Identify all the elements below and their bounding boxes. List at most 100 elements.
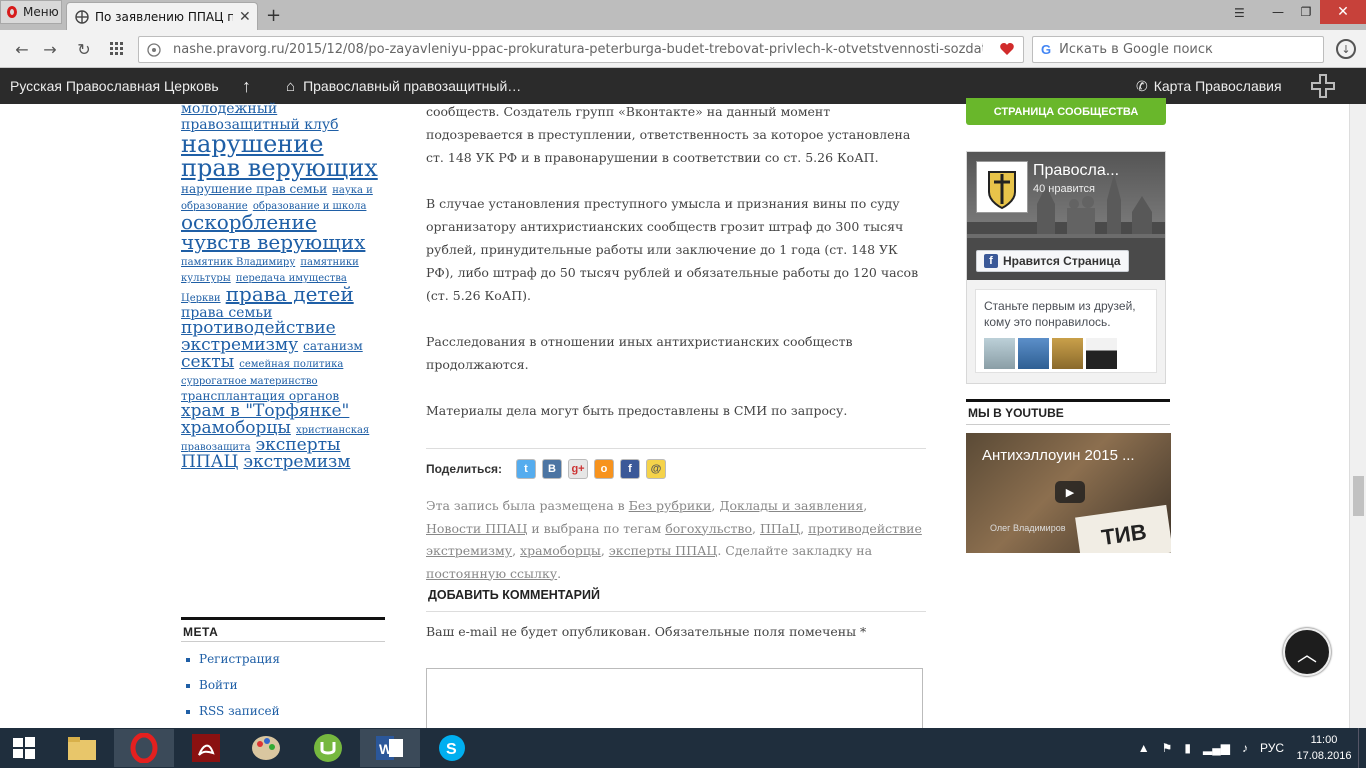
show-desktop-button[interactable] [1358,728,1366,768]
flag-icon[interactable]: ⚑ [1162,741,1173,755]
gplus-icon[interactable]: g+ [568,458,589,479]
add-comment-title: ДОБАВИТЬ КОММЕНТАРИЙ [426,588,926,612]
search-input[interactable]: G Искать в Google поиск [1032,36,1324,63]
tab-close-icon[interactable]: ✕ [239,9,251,25]
bookmark-heart-icon[interactable] [999,41,1015,57]
twitter-icon[interactable]: t [516,458,537,479]
tag-link[interactable]: памятник Владимиру [181,257,295,268]
system-tray: ▲ ⚑ ▮ ▂▄▆ ♪ РУС 11:00 17.08.2016 [1132,728,1366,768]
url-text: nashe.pravorg.ru/2015/12/08/po-zayavleni… [173,42,983,57]
category-link[interactable]: Доклады и заявления [719,498,863,513]
meta-link-login[interactable]: Войти [181,678,385,704]
skype-icon[interactable]: S [422,729,482,767]
close-window-icon[interactable]: ✕ [1320,0,1366,24]
tag-link[interactable]: экстремизм [243,452,350,472]
odnoklassniki-icon[interactable]: o [594,458,615,479]
avatar[interactable] [1086,338,1117,369]
word-icon[interactable]: W [360,729,420,767]
tag-link[interactable]: храмоборцы [520,543,601,558]
speed-dial-grid-icon[interactable] [107,39,127,59]
clock-time: 11:00 [1310,734,1338,746]
browser-tab-strip: Меню По заявлению ППАЦ про ✕ + ☰ — ❐ ✕ [0,0,1366,30]
tag-link[interactable]: нарушение прав семьи [181,182,327,196]
fb-friends-box: Станьте первым из друзей, кому это понра… [975,289,1157,373]
nav-link-home[interactable]: ⌂ Православный правозащитный… [286,68,521,104]
avatar[interactable] [984,338,1015,369]
clock[interactable]: 11:00 17.08.2016 [1290,732,1358,764]
tag-link[interactable]: оскорбление чувств верующих [181,210,365,254]
email-icon[interactable]: @ [646,458,667,479]
cross-menu-icon[interactable] [1310,68,1336,104]
tag-link[interactable]: сатанизм [303,339,363,353]
meta-link-register[interactable]: Регистрация [181,652,385,678]
network-signal-icon[interactable]: ▂▄▆ [1203,741,1230,755]
avatar[interactable] [1052,338,1083,369]
tag-link[interactable]: эксперты ППАЦ [609,543,718,558]
vk-icon[interactable]: B [542,458,563,479]
tag-link[interactable]: суррогатное материнство [181,376,318,387]
facebook-icon: f [984,254,998,268]
acrobat-reader-icon[interactable] [176,729,236,767]
forward-icon[interactable]: → [40,39,60,59]
reload-icon[interactable]: ↻ [74,39,94,59]
svg-text:W: W [379,741,393,757]
facebook-icon[interactable]: f [620,458,641,479]
globe-icon [147,42,161,57]
tag-link[interactable]: богохульство [665,521,752,536]
play-icon[interactable]: ▶ [1055,481,1085,503]
show-hidden-icons-icon[interactable]: ▲ [1138,741,1150,755]
tab-menu-icon[interactable]: ☰ [1234,6,1245,20]
page-scrollbar[interactable] [1349,104,1366,728]
avatar[interactable] [1018,338,1049,369]
video-title[interactable]: Антихэллоуин 2015 ... [982,447,1135,464]
google-icon: G [1041,42,1052,57]
youtube-video-thumbnail[interactable]: Антихэллоуин 2015 ... ▶ Олег Владимиров … [966,433,1171,553]
category-link[interactable]: Без рубрики [629,498,712,513]
fb-like-count: 40 нравится [1033,183,1095,195]
clock-date: 17.08.2016 [1296,750,1352,762]
windows-start-icon[interactable] [0,729,48,767]
tag-link[interactable]: семейная политика [239,359,343,370]
article-paragraph: В случае установления преступного умысла… [426,196,919,303]
paint-icon[interactable] [236,729,296,767]
tag-link[interactable]: права детей [226,282,354,306]
battery-icon[interactable]: ▮ [1184,741,1191,755]
permalink-link[interactable]: постоянную ссылку [426,566,557,581]
back-icon[interactable]: ← [12,39,32,59]
back-to-top-button[interactable]: ︿ [1283,628,1331,676]
fb-like-page-button[interactable]: f Нравится Страница [976,250,1129,272]
arrow-up-icon[interactable]: ↑ [242,68,251,104]
opera-menu-button[interactable]: Меню [0,0,62,24]
tag-link[interactable]: нарушение прав верующих [181,130,378,182]
opera-taskbar-icon[interactable] [114,729,174,767]
new-tab-button[interactable]: + [266,5,281,26]
scrollbar-thumb[interactable] [1353,476,1364,516]
opera-logo-icon [7,6,17,18]
language-indicator[interactable]: РУС [1260,741,1284,755]
minimize-icon[interactable]: — [1264,0,1292,24]
community-page-button[interactable]: СТРАНИЦА СООБЩЕСТВА [966,98,1166,125]
tag-link[interactable]: ППаЦ [760,521,800,536]
downloads-icon[interactable]: ↓ [1336,39,1356,59]
fb-cover-image: Правосла... 40 нравится f Нравится Стран… [967,152,1165,280]
url-field[interactable]: nashe.pravorg.ru/2015/12/08/po-zayavleni… [138,36,1024,63]
post-meta: Эта запись была размещена в Без рубрики,… [426,498,922,581]
volume-icon[interactable]: ♪ [1242,741,1248,755]
svg-text:S: S [446,741,457,758]
article-paragraph: Расследования в отношении иных антихрист… [426,334,853,372]
tag-link[interactable]: секты [181,352,234,372]
tag-link[interactable]: молодежный правозащитный клуб [181,101,339,133]
article-paragraph: сообществ. Создатель групп «Вконтакте» н… [426,104,911,165]
fb-avatar-row [984,338,1148,369]
meta-link-rss[interactable]: RSS записей [181,704,385,730]
utorrent-icon[interactable] [298,729,358,767]
fb-page-name[interactable]: Правосла... [1033,162,1119,180]
window-controls: — ❐ ✕ [1264,0,1366,24]
category-link[interactable]: Новости ППАЦ [426,521,527,536]
nav-link-russian-church[interactable]: Русская Православная Церковь [10,68,219,104]
restore-icon[interactable]: ❐ [1292,0,1320,24]
address-toolbar: ← → ↻ nashe.pravorg.ru/2015/12/08/po-zay… [0,30,1366,68]
file-explorer-icon[interactable] [52,729,112,767]
video-caption: Олег Владимиров [990,523,1066,533]
tab-active[interactable]: По заявлению ППАЦ про ✕ [66,2,258,30]
